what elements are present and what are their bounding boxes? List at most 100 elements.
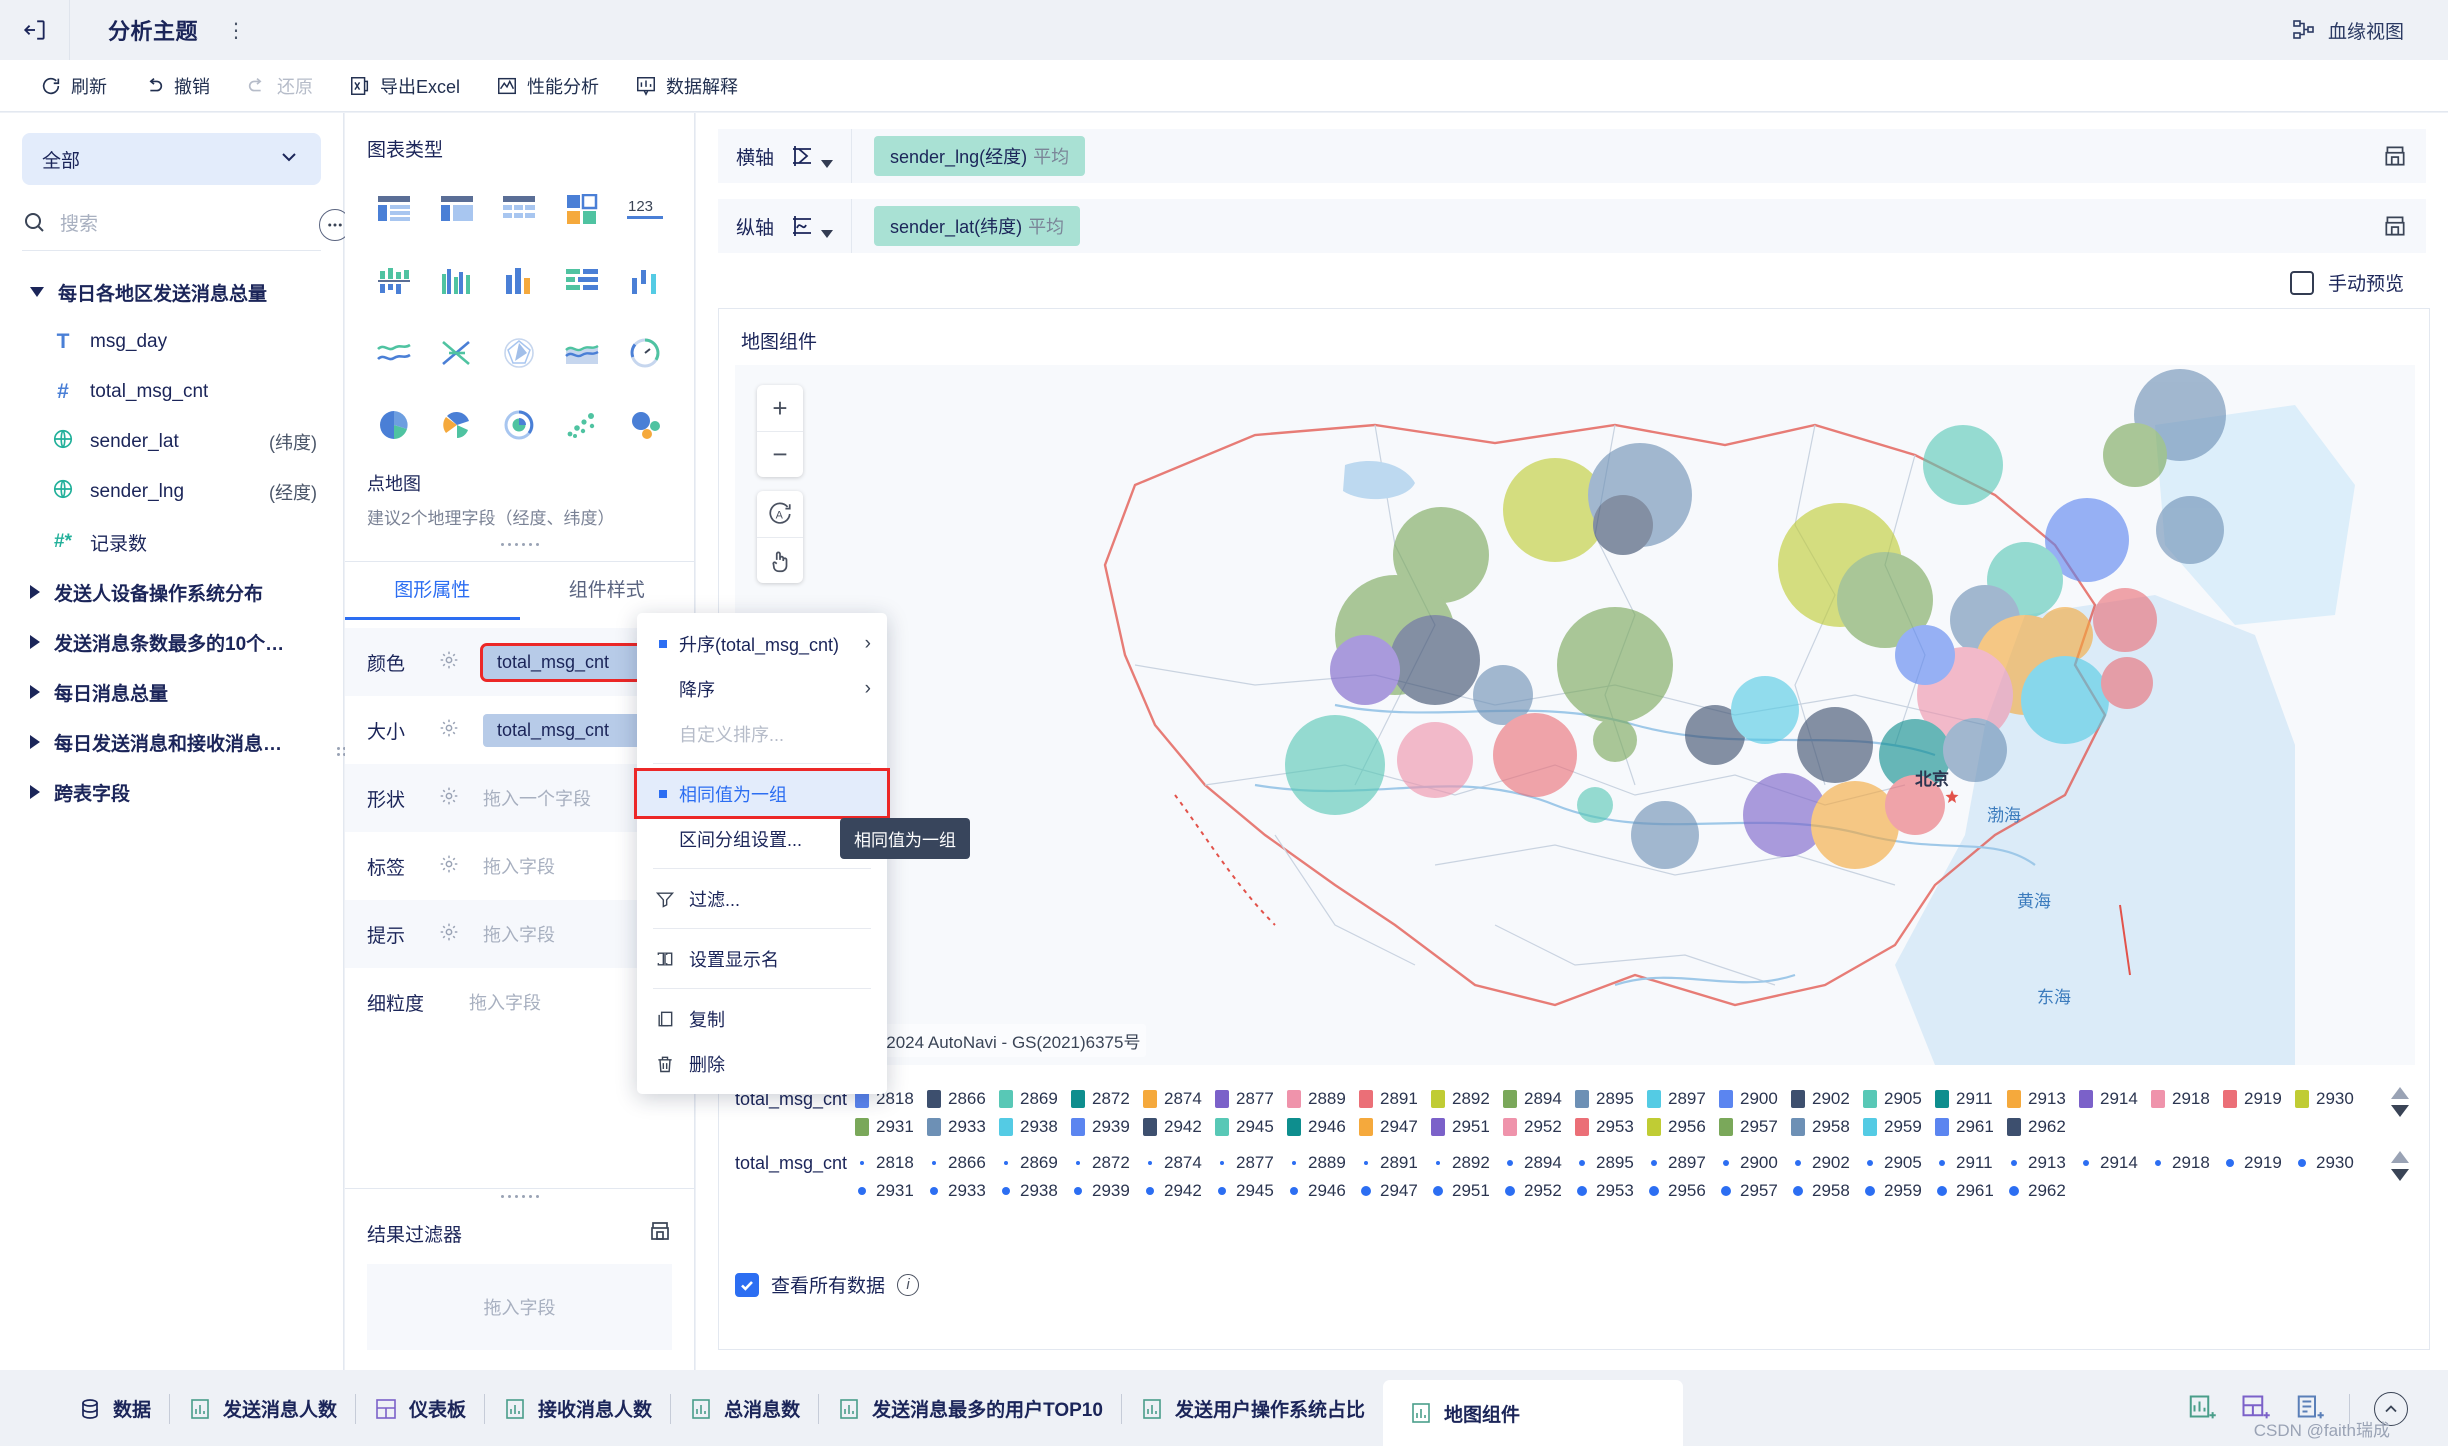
sidebar-group-daily-total[interactable]: 每日消息总量	[0, 667, 343, 717]
bottom-tab-top10-senders[interactable]: 发送消息最多的用户TOP10	[819, 1378, 1121, 1440]
map-bubble-layer[interactable]	[735, 365, 2415, 1065]
view-all-data-checkbox[interactable]	[735, 1272, 759, 1297]
color-legend-item[interactable]: 2958	[1791, 1113, 1863, 1141]
gear-icon[interactable]	[439, 854, 459, 879]
size-legend-item[interactable]: 2939	[1071, 1177, 1143, 1205]
size-legend-scrollbar[interactable]	[2391, 1151, 2409, 1181]
chart-type-range-bar-icon[interactable]	[618, 256, 672, 306]
color-legend-scrollbar[interactable]	[2391, 1087, 2409, 1117]
property-placeholder-shape[interactable]: 拖入一个字段	[483, 785, 591, 811]
color-legend-item[interactable]: 2900	[1719, 1085, 1791, 1113]
color-legend-item[interactable]: 2946	[1287, 1113, 1359, 1141]
chart-type-scatter-icon[interactable]	[555, 400, 609, 450]
manual-preview-checkbox[interactable]	[2289, 270, 2314, 295]
color-legend-item[interactable]: 2892	[1431, 1085, 1503, 1113]
size-legend-item[interactable]: 2947	[1359, 1177, 1431, 1205]
bottom-tab-map-component[interactable]: 地图组件	[1382, 1380, 1683, 1446]
size-legend-item[interactable]: 2918	[2151, 1149, 2223, 1177]
context-menu-item-delete[interactable]: 删除	[637, 1041, 887, 1086]
export-excel-button[interactable]: 导出Excel	[331, 60, 478, 112]
color-legend-item[interactable]: 2959	[1863, 1113, 1935, 1141]
color-legend-item[interactable]: 2911	[1935, 1085, 2007, 1113]
color-legend-item[interactable]: 2891	[1359, 1085, 1431, 1113]
color-legend-item[interactable]: 2897	[1647, 1085, 1719, 1113]
color-legend-item[interactable]: 2938	[999, 1113, 1071, 1141]
map-bubble[interactable]	[1397, 722, 1473, 798]
manual-preview-toggle[interactable]: 手动预览	[696, 269, 2404, 296]
context-menu-item-sort-desc[interactable]: 降序 ›	[637, 666, 887, 711]
sidebar-group-daily-send-recv[interactable]: 每日发送消息和接收消息…	[0, 717, 343, 767]
bottom-tab-data[interactable]: 数据	[60, 1378, 169, 1440]
color-legend-item[interactable]: 2942	[1143, 1113, 1215, 1141]
color-legend-item[interactable]: 2962	[2007, 1113, 2079, 1141]
sidebar-field-record-count[interactable]: #* 记录数	[0, 517, 343, 567]
chart-type-cross-table-icon[interactable]	[492, 184, 546, 234]
color-legend-item[interactable]: 2877	[1215, 1085, 1287, 1113]
x-axis-icon[interactable]	[788, 141, 834, 171]
scroll-up-icon[interactable]	[2391, 1087, 2409, 1099]
size-legend-item[interactable]: 2959	[1863, 1177, 1935, 1205]
color-legend-item[interactable]: 2905	[1863, 1085, 1935, 1113]
save-icon[interactable]	[648, 1219, 672, 1248]
map-zoom-in-button[interactable]: +	[757, 385, 803, 431]
size-legend-item[interactable]: 2911	[1935, 1149, 2007, 1177]
size-legend-item[interactable]: 2891	[1359, 1149, 1431, 1177]
property-placeholder-granularity[interactable]: 拖入字段	[469, 989, 541, 1015]
context-menu-item-group-same-values[interactable]: 相同值为一组	[634, 768, 890, 819]
context-menu-item-copy[interactable]: 复制	[637, 996, 887, 1041]
size-legend-item[interactable]: 2962	[2007, 1177, 2079, 1205]
dataset-selector[interactable]: 全部	[22, 133, 321, 185]
color-legend-item[interactable]: 2919	[2223, 1085, 2295, 1113]
map-bubble[interactable]	[1330, 635, 1400, 705]
view-all-data-toggle[interactable]: 查看所有数据 i	[735, 1271, 920, 1298]
color-legend-items[interactable]: 2818 2866 2869 2872 2874 2877 2889 2891 2892 2894…	[855, 1085, 2373, 1141]
gear-icon[interactable]	[439, 922, 459, 947]
save-icon[interactable]	[2382, 143, 2408, 174]
y-axis-icon[interactable]	[788, 211, 834, 241]
color-legend-item[interactable]: 2961	[1935, 1113, 2007, 1141]
result-filter-resize-handle[interactable]	[500, 1195, 540, 1209]
sidebar-field-total-msg-cnt[interactable]: # total_msg_cnt	[0, 367, 343, 417]
map-bubble[interactable]	[1593, 495, 1653, 555]
color-legend-item[interactable]: 2874	[1143, 1085, 1215, 1113]
gear-icon[interactable]	[439, 650, 459, 675]
sidebar-field-sender-lat[interactable]: sender_lat (纬度)	[0, 417, 343, 467]
map-bubble[interactable]	[1593, 718, 1637, 762]
size-legend-item[interactable]: 2874	[1143, 1149, 1215, 1177]
chart-type-gauge-icon[interactable]	[618, 328, 672, 378]
map-bubble[interactable]	[2103, 423, 2167, 487]
chart-type-table-icon[interactable]	[367, 184, 421, 234]
tab-component-style[interactable]: 组件样式	[520, 562, 695, 620]
gear-icon[interactable]	[439, 718, 459, 743]
size-legend-item[interactable]: 2889	[1287, 1149, 1359, 1177]
size-legend-item[interactable]: 2897	[1647, 1149, 1719, 1177]
map-bubble[interactable]	[1731, 676, 1799, 744]
bottom-tab-recv-msg-users[interactable]: 接收消息人数	[485, 1378, 670, 1440]
chart-type-sloped-line-icon[interactable]	[430, 328, 484, 378]
chart-type-multi-bar-icon[interactable]	[430, 256, 484, 306]
size-legend-item[interactable]: 2946	[1287, 1177, 1359, 1205]
color-legend-item[interactable]: 2918	[2151, 1085, 2223, 1113]
redo-button[interactable]: 还原	[228, 60, 331, 112]
y-axis-field-pill[interactable]: sender_lat(纬度) 平均	[874, 206, 1081, 246]
map-bubble[interactable]	[1811, 781, 1899, 869]
size-legend-item[interactable]: 2953	[1575, 1177, 1647, 1205]
chart-type-kanban-icon[interactable]	[555, 184, 609, 234]
color-legend-item[interactable]: 2866	[927, 1085, 999, 1113]
map-canvas[interactable]: + − A 北京 渤海 黄海 东海 © 2024 AutoNavi - GS(2…	[735, 365, 2415, 1065]
chart-type-pivot-table-icon[interactable]	[430, 184, 484, 234]
chevron-down-icon[interactable]	[821, 160, 834, 168]
chevron-down-icon[interactable]	[821, 230, 834, 238]
map-pan-hand-button[interactable]	[757, 537, 803, 583]
add-chart-icon[interactable]	[2187, 1394, 2217, 1424]
map-bubble[interactable]	[1923, 425, 2003, 505]
sidebar-group-os-distribution[interactable]: 发送人设备操作系统分布	[0, 567, 343, 617]
chart-type-line-icon[interactable]	[367, 328, 421, 378]
context-menu-item-sort-asc[interactable]: 升序(total_msg_cnt) ›	[637, 621, 887, 666]
map-bubble[interactable]	[2093, 588, 2157, 652]
map-bubble[interactable]	[1557, 607, 1673, 723]
sidebar-field-sender-lng[interactable]: sender_lng (经度)	[0, 467, 343, 517]
lineage-view-button[interactable]: 血缘视图	[2292, 17, 2404, 44]
color-legend-item[interactable]: 2869	[999, 1085, 1071, 1113]
color-legend-item[interactable]: 2933	[927, 1113, 999, 1141]
